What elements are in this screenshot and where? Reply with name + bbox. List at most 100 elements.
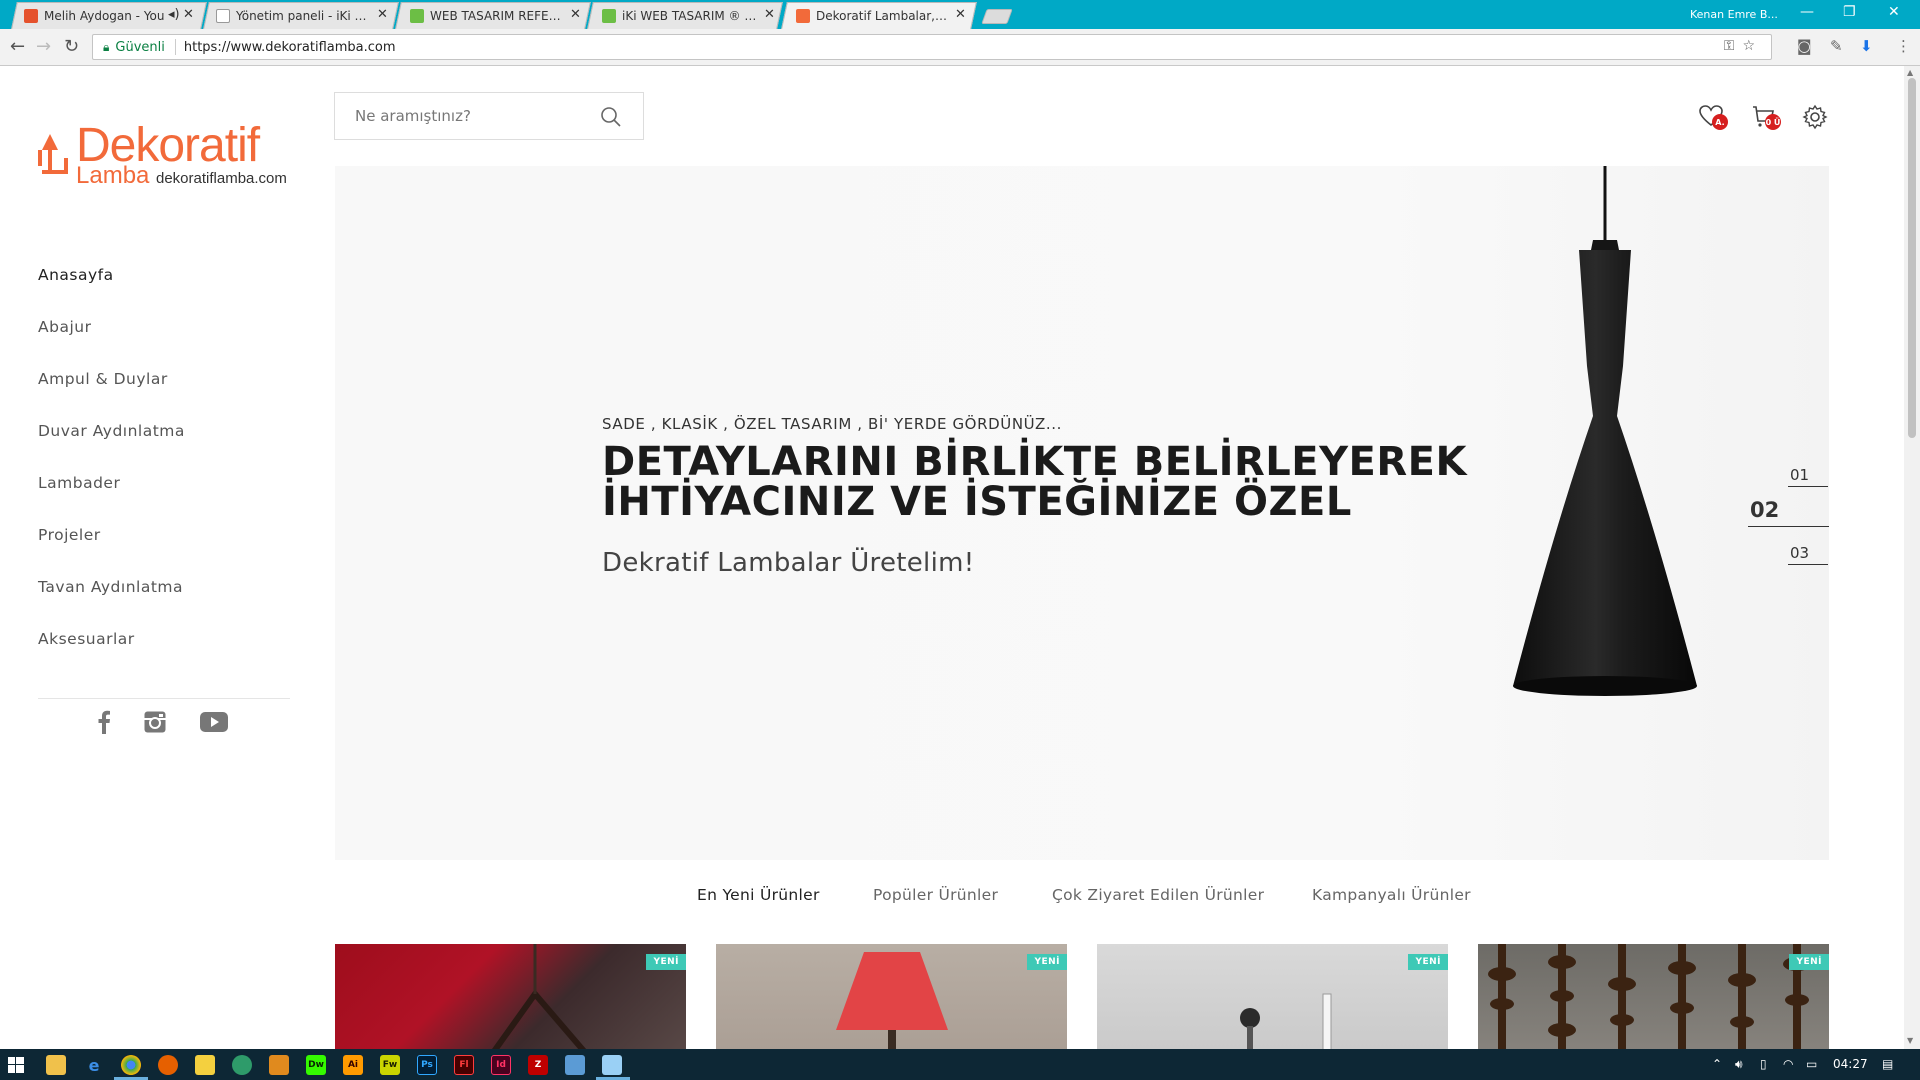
nav-item-ampul-duylar[interactable]: Ampul & Duylar [38, 370, 288, 422]
menu-dots-icon[interactable]: ⋮ [1896, 37, 1911, 55]
lock-icon: 🔒︎ [103, 39, 110, 54]
download-extension-icon[interactable]: ⬇ [1860, 37, 1873, 55]
tab-close-icon[interactable]: ✕ [570, 7, 581, 22]
nav-item-duvar-aydinlatma[interactable]: Duvar Aydınlatma [38, 422, 288, 474]
tab-close-icon[interactable]: ✕ [377, 7, 388, 22]
tab-mute-icon[interactable]: ◂) [168, 7, 180, 22]
windows-taskbar: e Dw Ai Fw Ps Fl Id Z ⌃ 🔊︎ ▯ ◠ ▭ 04:27 ▤ [0, 1049, 1920, 1080]
windows-start-icon[interactable] [8, 1057, 24, 1073]
nav-item-aksesuarlar[interactable]: Aksesuarlar [38, 630, 288, 682]
iki-favicon-icon [410, 8, 424, 23]
file-explorer-icon[interactable] [46, 1055, 66, 1075]
new-badge: YENİ [1789, 954, 1829, 970]
tab-en-yeni-urunler[interactable]: En Yeni Ürünler [697, 886, 820, 904]
tab-close-icon[interactable]: ✕ [183, 7, 194, 22]
scroll-thumb[interactable] [1908, 78, 1916, 438]
clock[interactable]: 04:27 [1833, 1057, 1868, 1071]
settings-button[interactable] [1802, 104, 1828, 134]
nav-item-lambader[interactable]: Lambader [38, 474, 288, 526]
camera-extension-icon[interactable]: ◙ [1797, 37, 1812, 55]
new-badge: YENİ [1027, 954, 1067, 970]
tab-populer-urunler[interactable]: Popüler Ürünler [873, 886, 998, 904]
url-text[interactable]: https://www.dekoratiflamba.com [184, 40, 396, 55]
tab-close-icon[interactable]: ✕ [955, 7, 966, 22]
logo-sub-text: Lamba [76, 162, 150, 189]
product-card-3[interactable]: YENİ [1097, 944, 1448, 1049]
instagram-icon[interactable] [143, 710, 167, 734]
youtube-icon[interactable] [199, 710, 229, 734]
nav-item-tavan-aydinlatma[interactable]: Tavan Aydınlatma [38, 578, 288, 630]
filezilla-icon[interactable]: Z [528, 1055, 548, 1075]
tray-chevron-icon[interactable]: ⌃ [1712, 1057, 1722, 1071]
search-box [334, 92, 644, 140]
lamp-logo-icon [38, 134, 68, 174]
product-card-1[interactable]: YENİ [335, 944, 686, 1049]
cart-button[interactable]: 0 Ü [1750, 104, 1781, 132]
logo-domain-text: dekoratiflamba.com [156, 170, 287, 187]
product-image-3 [1240, 993, 1332, 1049]
slide-indicator-1[interactable]: 01 [1788, 466, 1828, 487]
tab-cok-ziyaret-edilen[interactable]: Çok Ziyaret Edilen Ürünler [1052, 886, 1264, 904]
indesign-icon[interactable]: Id [491, 1055, 511, 1075]
key-icon[interactable]: ⚿ [1724, 38, 1743, 54]
app-icon[interactable] [232, 1055, 252, 1075]
photoshop-icon[interactable]: Ps [417, 1055, 437, 1075]
edge-icon[interactable]: e [84, 1055, 104, 1075]
product-image-2 [836, 952, 948, 1049]
notifications-icon[interactable]: ▤ [1882, 1057, 1893, 1071]
scroll-up-icon[interactable]: ▲ [1907, 68, 1913, 77]
page-content: Dekoratif Lamba dekoratiflamba.com A. 0 … [0, 66, 1904, 1049]
slide-indicator-2-active[interactable]: 02 [1748, 498, 1829, 527]
hero-title: DETAYLARINI BİRLİKTE BELİRLEYEREK İHTİYA… [602, 442, 1502, 522]
browser-toolbar: ← → ↻ 🔒︎ Güvenli https://www.dekoratifla… [0, 29, 1920, 66]
close-window-icon[interactable]: ✕ [1888, 4, 1900, 20]
fireworks-icon[interactable]: Fw [380, 1055, 400, 1075]
hero-title-line-2: İHTİYACINIZ VE İSTEĞİNİZE ÖZEL [602, 479, 1352, 525]
flash-icon[interactable]: Fl [454, 1055, 474, 1075]
search-input[interactable] [355, 107, 595, 125]
product-card-4[interactable]: YENİ [1478, 944, 1829, 1049]
tab-close-icon[interactable]: ✕ [764, 7, 775, 22]
notepad-icon[interactable] [602, 1055, 622, 1075]
battery-icon[interactable]: ▭ [1806, 1057, 1817, 1071]
iki-favicon-icon [602, 8, 616, 23]
bookmark-star-icon[interactable]: ☆ [1742, 38, 1763, 54]
forward-icon[interactable]: → [36, 36, 51, 57]
illustrator-icon[interactable]: Ai [343, 1055, 363, 1075]
category-nav: Anasayfa Abajur Ampul & Duylar Duvar Ayd… [38, 266, 288, 682]
search-icon[interactable] [599, 105, 623, 129]
usb-icon[interactable]: ▯ [1760, 1057, 1767, 1071]
reload-icon[interactable]: ↻ [64, 36, 79, 57]
facebook-icon[interactable] [96, 710, 112, 734]
site-logo[interactable]: Dekoratif Lamba dekoratiflamba.com [36, 118, 296, 189]
minimize-icon[interactable]: — [1800, 4, 1814, 20]
chrome-icon[interactable] [121, 1055, 141, 1075]
page-favicon-icon [216, 8, 230, 23]
back-icon[interactable]: ← [10, 36, 25, 57]
volume-icon[interactable]: 🔊︎ [1735, 1057, 1743, 1072]
hero-kicker: SADE , KLASİK , ÖZEL TASARIM , Bİ' YERDE… [602, 415, 1062, 433]
page-scrollbar[interactable]: ▲ ▼ [1904, 66, 1920, 1049]
hero-slider: SADE , KLASİK , ÖZEL TASARIM , Bİ' YERDE… [335, 166, 1829, 860]
favorites-button[interactable]: A. [1698, 104, 1728, 132]
new-tab-button[interactable] [981, 9, 1013, 24]
tab-kampanyali-urunler[interactable]: Kampanyalı Ürünler [1312, 886, 1471, 904]
nav-item-anasayfa[interactable]: Anasayfa [38, 266, 288, 318]
firefox-icon[interactable] [158, 1055, 178, 1075]
wifi-icon[interactable]: ◠ [1783, 1057, 1793, 1071]
dreamweaver-icon[interactable]: Dw [306, 1055, 326, 1075]
nav-item-projeler[interactable]: Projeler [38, 526, 288, 578]
notes-icon[interactable] [195, 1055, 215, 1075]
product-image-4 [1488, 944, 1811, 1049]
slide-indicator-3[interactable]: 03 [1788, 544, 1828, 565]
profile-name[interactable]: Kenan Emre B... [1690, 8, 1778, 21]
eyedropper-extension-icon[interactable]: ✎ [1830, 37, 1843, 55]
app-icon[interactable] [269, 1055, 289, 1075]
nav-item-abajur[interactable]: Abajur [38, 318, 288, 370]
app-icon[interactable] [565, 1055, 585, 1075]
hero-title-line-1: DETAYLARINI BİRLİKTE BELİRLEYEREK [602, 439, 1467, 485]
address-bar[interactable]: 🔒︎ Güvenli https://www.dekoratiflamba.co… [92, 34, 1772, 60]
product-card-2[interactable]: YENİ [716, 944, 1067, 1049]
scroll-down-icon[interactable]: ▼ [1907, 1036, 1913, 1045]
restore-icon[interactable]: ❐ [1843, 4, 1856, 20]
